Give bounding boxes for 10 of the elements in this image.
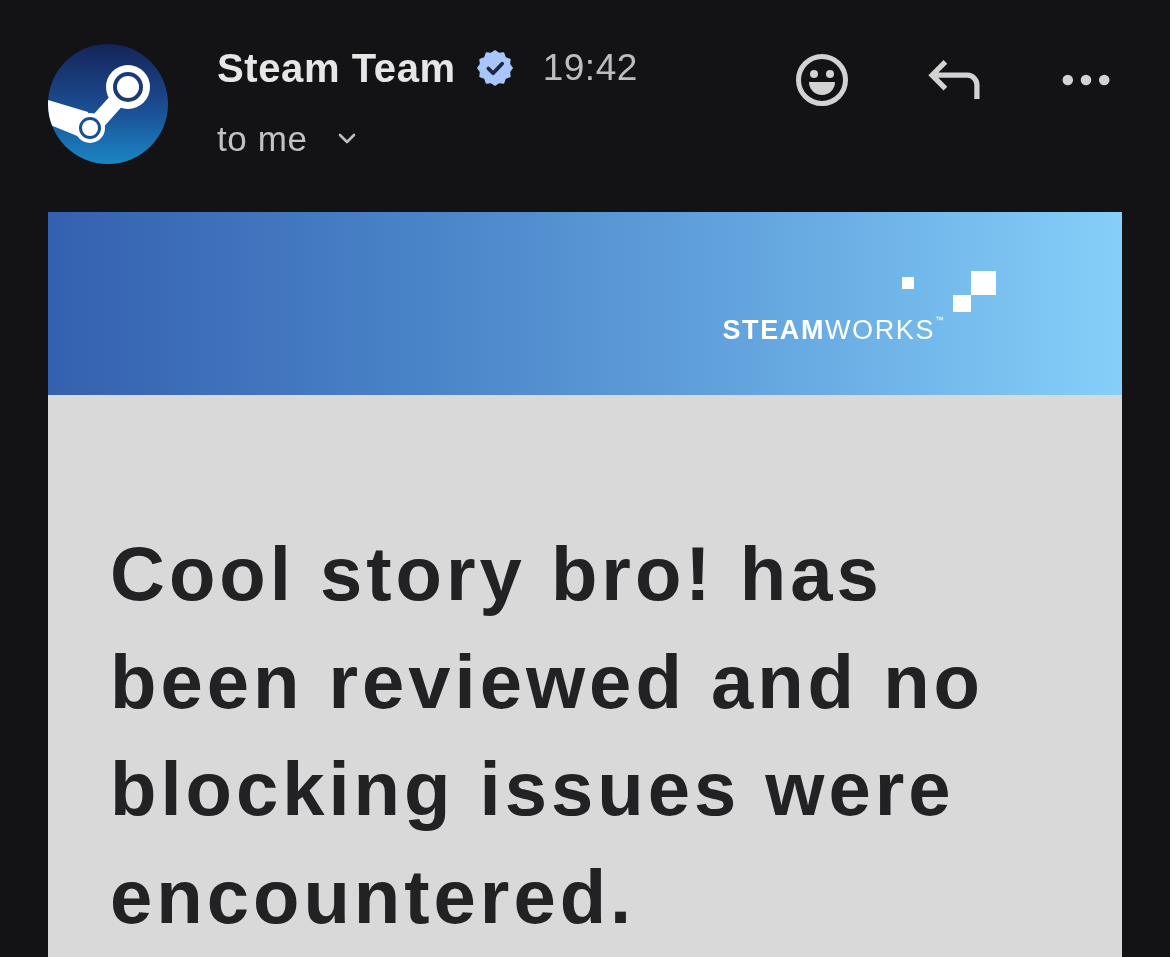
smiley-icon (795, 53, 849, 107)
recipient-label: to me (217, 118, 308, 160)
more-dots-icon (1062, 74, 1110, 86)
message-time: 19:42 (542, 46, 638, 90)
sender-name: Steam Team (217, 45, 456, 92)
message-heading: Cool story bro! has been reviewed and no blocking issues were encountered. (110, 530, 985, 941)
logo-wordmark: STEAMWORKS$^{™}$ (722, 314, 944, 346)
pixel-squares-icon (902, 271, 996, 312)
logo-avatar-icon (48, 44, 168, 164)
reply-arrow-icon (927, 59, 981, 101)
